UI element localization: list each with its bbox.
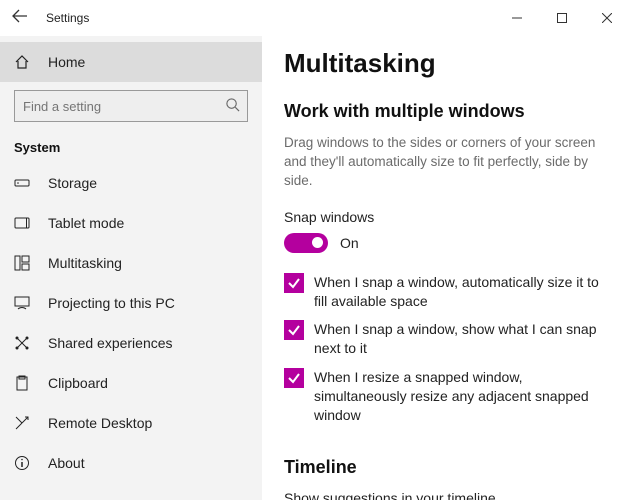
- sidebar-item-shared-experiences[interactable]: Shared experiences: [0, 323, 262, 363]
- close-icon: [602, 13, 612, 23]
- multitasking-icon: [14, 255, 30, 271]
- back-button[interactable]: [0, 8, 40, 29]
- sidebar-item-about[interactable]: About: [0, 443, 262, 483]
- sidebar-item-home[interactable]: Home: [0, 42, 262, 82]
- minimize-icon: [512, 13, 522, 23]
- section-title-work-with-windows: Work with multiple windows: [284, 101, 607, 122]
- shared-experiences-icon: [14, 335, 30, 351]
- toggle-state-label: On: [340, 235, 359, 251]
- titlebar: Settings: [0, 0, 629, 36]
- page-title: Multitasking: [284, 48, 607, 79]
- maximize-button[interactable]: [539, 3, 584, 33]
- sidebar-item-label: Shared experiences: [48, 335, 173, 351]
- checkbox-resize-adjacent[interactable]: [284, 368, 304, 388]
- storage-icon: [14, 175, 30, 191]
- sidebar-item-projecting[interactable]: Projecting to this PC: [0, 283, 262, 323]
- checkbox-label: When I snap a window, automatically size…: [314, 273, 607, 311]
- sidebar-item-label: Tablet mode: [48, 215, 124, 231]
- back-arrow-icon: [12, 8, 28, 24]
- sidebar-item-storage[interactable]: Storage: [0, 163, 262, 203]
- projecting-icon: [14, 295, 30, 311]
- sidebar-item-label: Clipboard: [48, 375, 108, 391]
- sidebar: Home System Storage Tablet mode: [0, 36, 262, 500]
- sidebar-item-label: About: [48, 455, 85, 471]
- sidebar-item-label: Remote Desktop: [48, 415, 152, 431]
- sidebar-item-label: Multitasking: [48, 255, 122, 271]
- minimize-button[interactable]: [494, 3, 539, 33]
- sidebar-item-clipboard[interactable]: Clipboard: [0, 363, 262, 403]
- checkbox-label: When I resize a snapped window, simultan…: [314, 368, 607, 425]
- checkmark-icon: [287, 323, 301, 337]
- close-button[interactable]: [584, 3, 629, 33]
- checkmark-icon: [287, 276, 301, 290]
- window-title: Settings: [46, 11, 89, 25]
- maximize-icon: [557, 13, 567, 23]
- main-content: Multitasking Work with multiple windows …: [262, 36, 629, 500]
- sidebar-item-tablet-mode[interactable]: Tablet mode: [0, 203, 262, 243]
- timeline-suggestions-label: Show suggestions in your timeline: [284, 490, 607, 500]
- section-title-timeline: Timeline: [284, 457, 607, 478]
- remote-desktop-icon: [14, 415, 30, 431]
- sidebar-item-multitasking[interactable]: Multitasking: [0, 243, 262, 283]
- sidebar-section-header: System: [0, 136, 262, 163]
- search-icon: [225, 97, 240, 117]
- snap-windows-label: Snap windows: [284, 209, 607, 225]
- about-icon: [14, 455, 30, 471]
- sidebar-item-label: Home: [48, 54, 85, 70]
- checkmark-icon: [287, 371, 301, 385]
- checkbox-snap-assist[interactable]: [284, 320, 304, 340]
- sidebar-item-label: Storage: [48, 175, 97, 191]
- sidebar-item-remote-desktop[interactable]: Remote Desktop: [0, 403, 262, 443]
- checkbox-label: When I snap a window, show what I can sn…: [314, 320, 607, 358]
- clipboard-icon: [14, 375, 30, 391]
- sidebar-item-label: Projecting to this PC: [48, 295, 175, 311]
- snap-windows-toggle[interactable]: [284, 233, 328, 253]
- search-input[interactable]: [14, 90, 248, 122]
- section-description: Drag windows to the sides or corners of …: [284, 134, 607, 191]
- checkbox-auto-size[interactable]: [284, 273, 304, 293]
- tablet-icon: [14, 215, 30, 231]
- search-box[interactable]: [14, 90, 248, 122]
- home-icon: [14, 54, 30, 70]
